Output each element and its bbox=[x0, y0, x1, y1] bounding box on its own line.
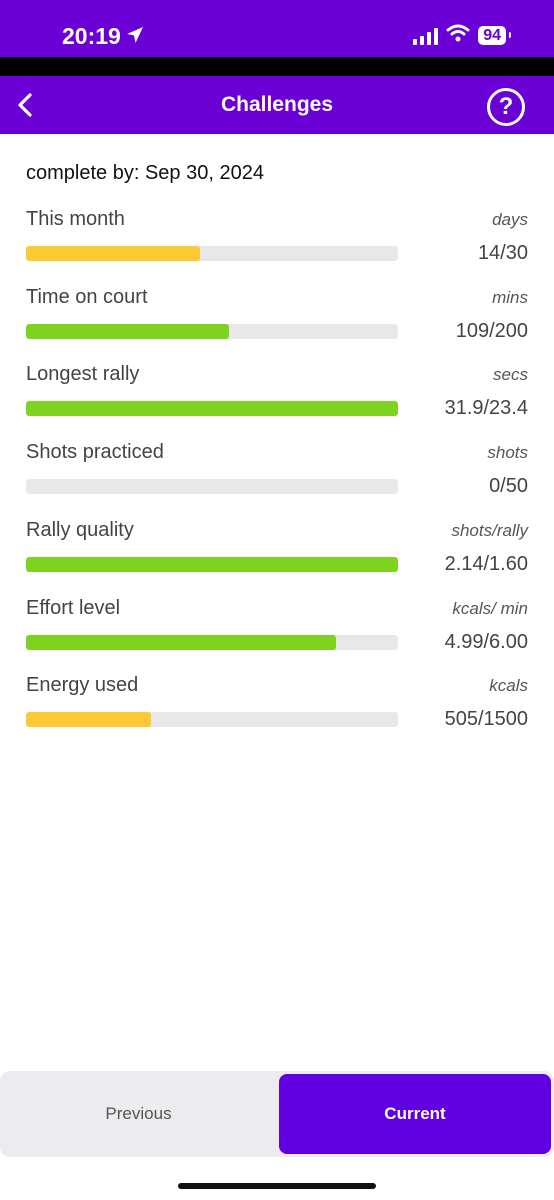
challenge-value: 0/50 bbox=[489, 475, 528, 498]
challenge-value: 4.99/6.00 bbox=[444, 630, 528, 653]
location-arrow-icon bbox=[126, 26, 144, 49]
progress-track bbox=[26, 712, 398, 728]
status-divider bbox=[0, 57, 554, 76]
challenge-row: Shots practiced shots 0/50 bbox=[26, 441, 528, 511]
tab-current[interactable]: Current bbox=[279, 1074, 551, 1154]
challenge-unit: days bbox=[492, 210, 528, 229]
challenge-row: Energy used kcals 505/1500 bbox=[26, 674, 528, 744]
home-indicator bbox=[178, 1183, 376, 1189]
challenge-row: Rally quality shots/rally 2.14/1.60 bbox=[26, 519, 528, 589]
challenge-unit: secs bbox=[493, 365, 528, 385]
challenge-label: Time on court bbox=[26, 285, 148, 308]
challenge-label: Energy used bbox=[26, 674, 139, 697]
challenge-unit: mins bbox=[492, 287, 528, 307]
challenge-value: 109/200 bbox=[455, 319, 528, 342]
signal-icon bbox=[413, 27, 439, 45]
challenge-label: Rally quality bbox=[26, 518, 134, 541]
challenge-row: Effort level kcals/ min 4.99/6.00 bbox=[26, 597, 528, 667]
complete-by-date: complete by: Sep 30, 2024 bbox=[26, 162, 264, 184]
challenge-row: Longest rally secs 31.9/23.4 bbox=[26, 363, 528, 433]
progress-fill bbox=[26, 712, 152, 728]
progress-fill bbox=[26, 634, 336, 650]
challenge-unit: kcals bbox=[489, 676, 528, 696]
progress-track bbox=[26, 479, 398, 495]
challenge-label: Longest rally bbox=[26, 363, 140, 386]
challenge-row: This month days 14/30 bbox=[26, 208, 528, 278]
progress-track bbox=[26, 401, 398, 417]
progress-track bbox=[26, 246, 398, 261]
tab-bar: Previous Current bbox=[0, 1071, 554, 1157]
progress-fill bbox=[26, 323, 229, 339]
challenge-value: 505/1500 bbox=[444, 708, 528, 731]
progress-fill bbox=[26, 556, 398, 572]
challenge-value: 14/30 bbox=[477, 242, 528, 264]
status-time: 20:19 bbox=[62, 23, 121, 49]
progress-fill bbox=[26, 246, 200, 261]
wifi-icon bbox=[446, 24, 470, 47]
progress-track bbox=[26, 634, 398, 650]
challenge-unit: kcals/ min bbox=[452, 598, 528, 618]
challenge-label: This month bbox=[26, 208, 125, 230]
header-bar: Challenges ? bbox=[0, 76, 554, 134]
challenge-unit: shots bbox=[487, 443, 528, 463]
challenge-value: 2.14/1.60 bbox=[444, 552, 528, 575]
progress-track bbox=[26, 556, 398, 572]
challenge-label: Shots practiced bbox=[26, 441, 164, 464]
progress-track bbox=[26, 323, 398, 339]
challenge-unit: shots/rally bbox=[451, 520, 528, 540]
page-title: Challenges bbox=[220, 93, 334, 116]
progress-fill bbox=[26, 401, 398, 417]
question-circle-icon[interactable]: ? bbox=[487, 88, 525, 126]
battery-icon: 94 bbox=[478, 26, 511, 45]
tab-previous[interactable]: Previous bbox=[0, 1071, 277, 1157]
challenge-row: Time on court mins 109/200 bbox=[26, 286, 528, 356]
challenge-label: Effort level bbox=[26, 596, 121, 619]
status-bar: 20:19 94 bbox=[0, 0, 554, 57]
status-icons: 94 bbox=[413, 24, 511, 47]
challenge-value: 31.9/23.4 bbox=[444, 397, 528, 420]
